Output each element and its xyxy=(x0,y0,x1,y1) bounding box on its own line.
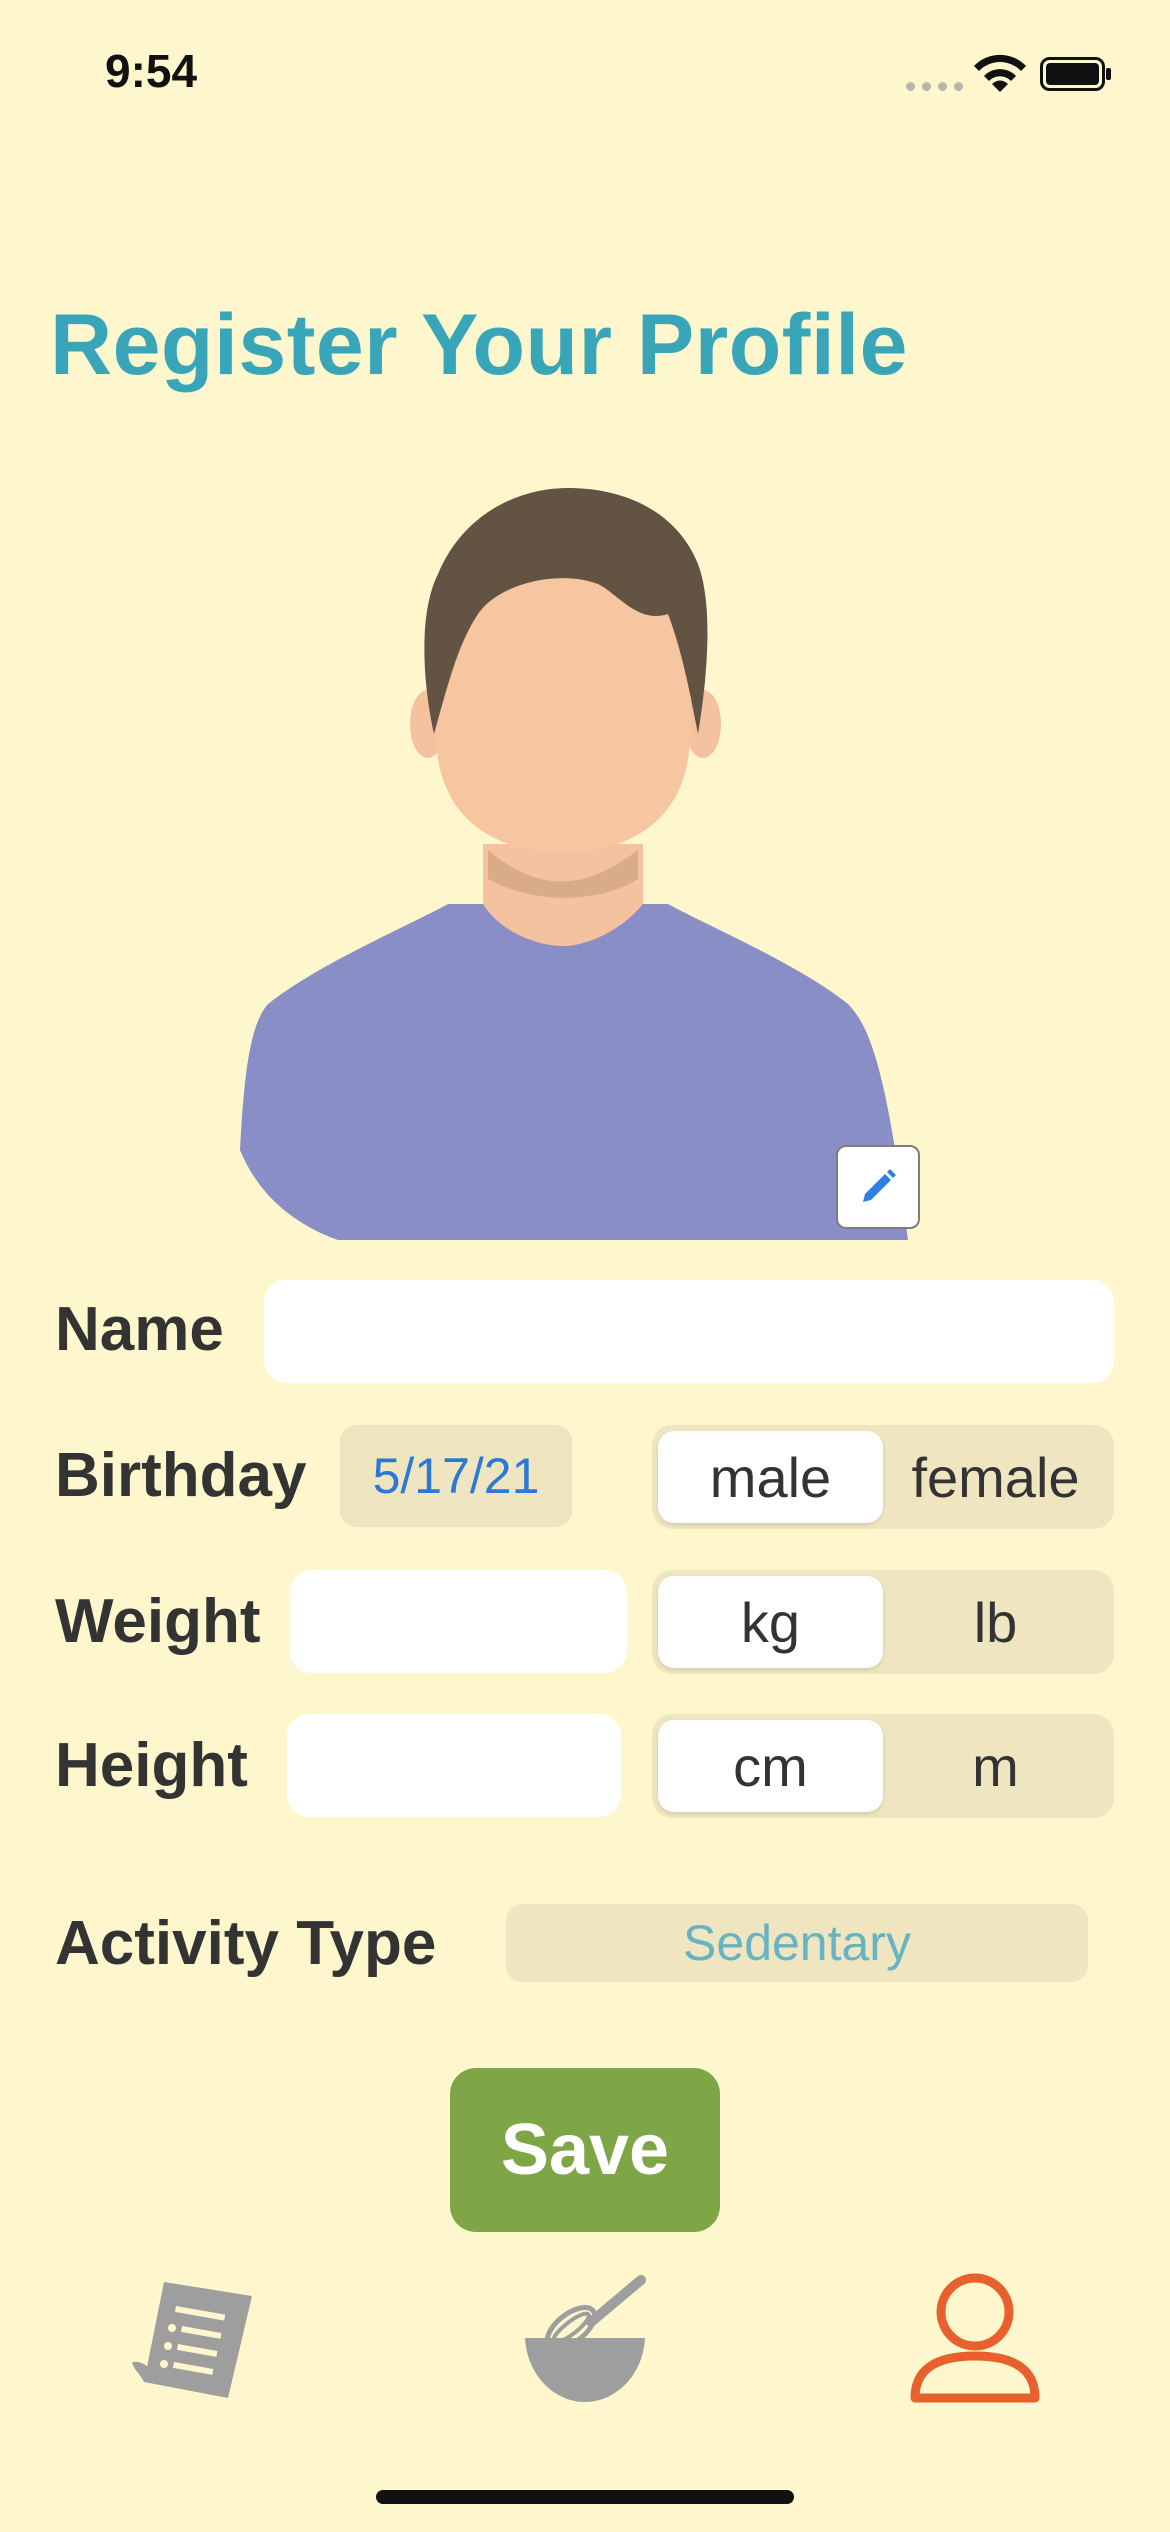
birthday-label: Birthday xyxy=(55,1441,307,1510)
battery-icon xyxy=(1040,57,1111,91)
height-unit-m[interactable]: m xyxy=(883,1720,1108,1812)
activity-type-label: Activity Type xyxy=(55,1909,437,1978)
wifi-icon xyxy=(974,54,1026,92)
status-time: 9:54 xyxy=(105,45,198,97)
tab-profile[interactable] xyxy=(905,2266,1045,2406)
name-label: Name xyxy=(55,1295,224,1364)
tab-cooking[interactable] xyxy=(515,2266,655,2406)
pencil-icon xyxy=(863,1169,896,1202)
weight-unit-segmented-control[interactable]: kg lb xyxy=(652,1570,1114,1674)
whisk-bowl-icon xyxy=(525,2275,646,2402)
gender-option-female[interactable]: female xyxy=(883,1431,1108,1523)
activity-type-picker[interactable]: Sedentary xyxy=(506,1904,1088,1982)
home-indicator xyxy=(376,2490,794,2504)
height-field[interactable] xyxy=(287,1714,621,1817)
height-unit-cm[interactable]: cm xyxy=(658,1720,883,1812)
avatar xyxy=(240,488,908,1240)
profile-icon xyxy=(910,2273,1040,2403)
weight-unit-kg[interactable]: kg xyxy=(658,1576,883,1668)
weight-unit-lb[interactable]: lb xyxy=(883,1576,1108,1668)
name-field[interactable] xyxy=(264,1280,1114,1383)
height-label: Height xyxy=(55,1731,248,1800)
tab-recipes[interactable] xyxy=(124,2266,264,2406)
birthday-date-picker[interactable]: 5/17/21 xyxy=(340,1425,572,1527)
weight-field[interactable] xyxy=(290,1570,627,1673)
gender-segmented-control[interactable]: male female xyxy=(652,1425,1114,1529)
save-button[interactable]: Save xyxy=(450,2068,720,2232)
recipe-list-icon xyxy=(132,2282,252,2398)
weight-label: Weight xyxy=(55,1587,261,1656)
cellular-signal-icon xyxy=(906,82,963,91)
edit-avatar-button[interactable] xyxy=(836,1145,920,1229)
gender-option-male[interactable]: male xyxy=(658,1431,883,1523)
page-title: Register Your Profile xyxy=(50,297,908,393)
height-unit-segmented-control[interactable]: cm m xyxy=(652,1714,1114,1818)
